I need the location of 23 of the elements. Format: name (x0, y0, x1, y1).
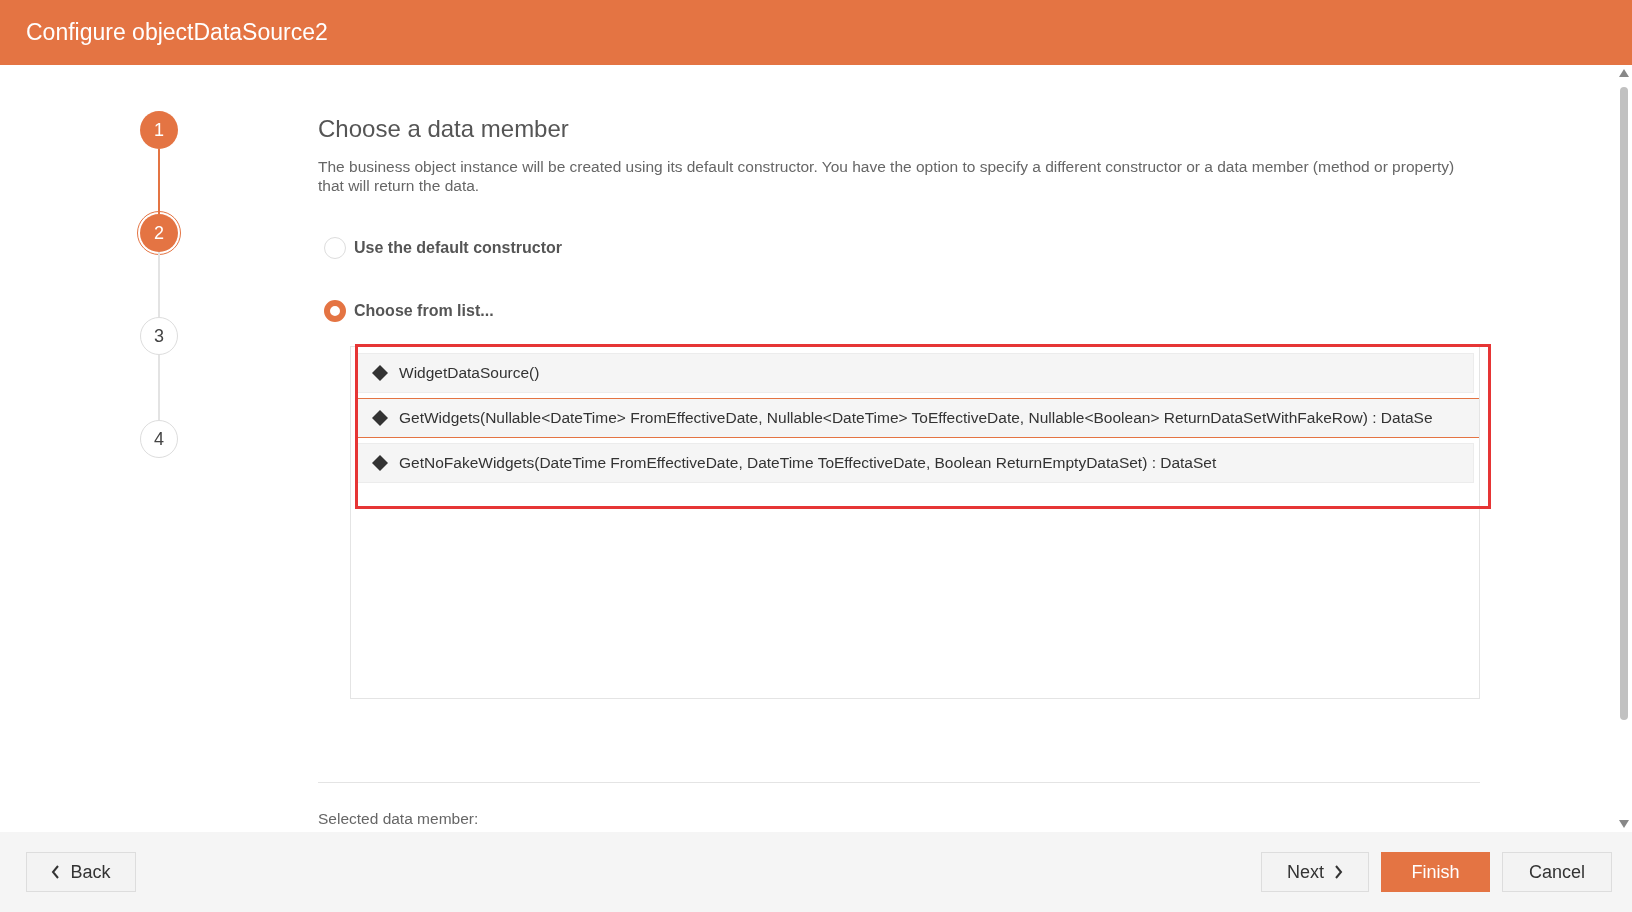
step-circle: 3 (140, 317, 178, 355)
radio-label[interactable]: Use the default constructor (354, 239, 563, 257)
chevron-right-icon (1334, 865, 1343, 879)
radio-label[interactable]: Choose from list... (354, 302, 494, 320)
member-item[interactable]: GetWidgets(Nullable<DateTime> FromEffectiveDate, Nullable<DateTime> ToEffectiveDate, Nullable<Boolean> ReturnDataSetWithFakeRow) : DataSe (357, 398, 1479, 438)
back-button[interactable]: Back (26, 852, 136, 892)
description-text: The business object instance will be created using its default constructor. You have the option to specify a different constructor or a data member (method or property) that will return the data. (318, 157, 1456, 195)
page-heading: Choose a data member (318, 115, 570, 143)
chevron-left-icon (51, 865, 61, 879)
next-button[interactable]: Next (1261, 852, 1369, 892)
cancel-button[interactable]: Cancel (1502, 852, 1612, 892)
member-item[interactable]: GetNoFakeWidgets(DateTime FromEffectiveDate, DateTime ToEffectiveDate, Boolean ReturnEmptyDataSet) : DataSet (357, 443, 1474, 483)
window-title: Configure objectDataSource2 (26, 19, 328, 46)
step-circle: 1 (140, 111, 178, 149)
step-circle: 4 (140, 420, 178, 458)
selected-member-label: Selected data member: (318, 810, 480, 828)
scroll-down-arrow-icon[interactable] (1619, 820, 1629, 828)
diamond-icon (371, 409, 389, 427)
member-item[interactable]: WidgetDataSource() (357, 353, 1474, 393)
diamond-icon (371, 364, 389, 382)
scroll-up-arrow-icon[interactable] (1619, 69, 1629, 77)
diamond-icon (371, 454, 389, 472)
radio-button[interactable] (324, 300, 346, 322)
